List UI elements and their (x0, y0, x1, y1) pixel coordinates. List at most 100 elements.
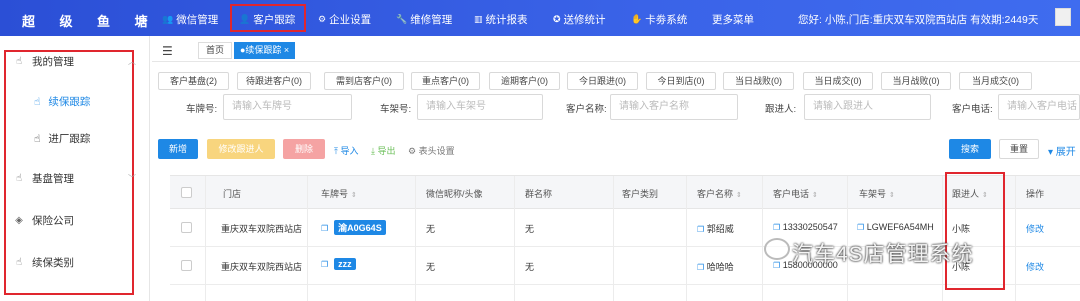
nav-highlight-box (230, 4, 306, 32)
cell-plate: ❐ zzz (321, 258, 356, 270)
sidebar-item-label: 进厂跟踪 (48, 133, 91, 145)
copy-icon: ❐ (321, 224, 329, 233)
col-category: 客户类别 (622, 189, 659, 199)
import-link[interactable]: ⤒ 导入 (334, 144, 358, 157)
select-all-checkbox[interactable] (181, 187, 192, 198)
sidebar-item-insurance[interactable]: ◈ 保险公司 (14, 213, 74, 228)
chip-key-customer[interactable]: 重点客户(0) (411, 72, 480, 90)
follower-column-highlight-box (945, 172, 1005, 290)
award-icon: ✪ (553, 14, 561, 24)
follower-input[interactable]: 请输入跟进人 (804, 94, 931, 120)
cell-store: 重庆双车双院西站店 (221, 262, 303, 272)
page-tabs-bar: ☰ 首页 ●续保跟踪 × (152, 38, 1080, 62)
vin-label: 车架号: (380, 104, 412, 115)
plate-label: 车牌号: (186, 104, 218, 115)
column-settings-link[interactable]: ⚙ 表头设置 (408, 144, 455, 157)
sidebar-item-label: 保险公司 (32, 215, 74, 227)
cell-customer-name: ❐ 郭绍威 (697, 224, 734, 234)
cell-customer-name: ❐ 哈哈哈 (697, 262, 734, 272)
chip-today-follow[interactable]: 今日跟进(0) (567, 72, 638, 90)
nav-statistics-report[interactable]: ▥ 统计报表 (474, 12, 528, 27)
copy-icon: ❐ (773, 223, 781, 232)
hand-icon: ☝ (34, 95, 41, 108)
sidebar-item-renewal-type[interactable]: ☝ 续保类别 (14, 255, 74, 270)
vin-input[interactable]: 请输入车架号 (417, 94, 543, 120)
card-icon: ✋ (631, 14, 643, 24)
plate-badge: 渝A0G64S (334, 220, 386, 235)
top-nav-bar: 超 级 鱼 塘 👥 微信管理 👤 客户跟踪 ⚙ 企业设置 🔧 维修管理 ▥ 统计… (0, 0, 1080, 36)
menu-toggle-icon[interactable]: ☰ (162, 44, 173, 58)
chip-day-deal[interactable]: 当日成交(0) (803, 72, 873, 90)
hand-icon: ☝ (34, 132, 41, 145)
nav-repair-statistics[interactable]: ✪ 送修统计 (553, 12, 606, 27)
edit-follower-button[interactable]: 修改跟进人 (207, 139, 275, 159)
brand-logo: 超 级 鱼 塘 (22, 15, 158, 30)
chip-today-visit[interactable]: 今日到店(0) (646, 72, 716, 90)
nav-label: 企业设置 (329, 14, 372, 26)
tab-renewal-track[interactable]: ●续保跟踪 × (234, 42, 296, 59)
col-plate[interactable]: 车牌号 ⇕ (321, 187, 357, 200)
plate-input[interactable]: 请输入车牌号 (223, 94, 352, 120)
export-link[interactable]: ⤓ 导出 (371, 144, 395, 157)
chevron-up-icon: ︿ (128, 57, 136, 66)
copy-icon: ❐ (697, 225, 705, 234)
sidebar-item-label: 基盘管理 (32, 173, 74, 185)
row-checkbox[interactable] (181, 222, 192, 233)
chip-need-visit[interactable]: 需到店客户(0) (324, 72, 404, 90)
hand-icon: ☝ (15, 173, 23, 184)
follower-label: 跟进人: (765, 104, 797, 115)
phone-input[interactable]: 请输入客户电话 (998, 94, 1080, 120)
copy-icon: ❐ (321, 260, 329, 269)
nav-label: 卡劵系统 (645, 14, 688, 26)
col-wechat: 微信昵称/头像 (426, 189, 483, 199)
sort-icon: ⇕ (889, 192, 895, 199)
phone-label: 客户电话: (952, 104, 993, 115)
chip-pending-follow[interactable]: 待跟进客户(0) (237, 72, 311, 90)
nav-wechat-manage[interactable]: 👥 微信管理 (162, 12, 218, 27)
copy-icon: ❐ (773, 261, 781, 270)
nav-card-system[interactable]: ✋ 卡劵系统 (631, 12, 687, 27)
welcome-text: 您好: 小陈,门店:重庆双车双院西站店 有效期:2449天 (798, 14, 1039, 26)
sidebar-item-renewal-track[interactable]: ☝ 续保跟踪 (34, 94, 90, 109)
chip-month-deal[interactable]: 当月成交(0) (959, 72, 1032, 90)
nav-label: 统计报表 (485, 14, 528, 26)
cell-store: 重庆双车双院西站店 (221, 224, 303, 234)
avatar[interactable] (1055, 8, 1071, 26)
chip-day-lost[interactable]: 当日战败(0) (723, 72, 794, 90)
nav-label: 送修统计 (563, 14, 606, 26)
sidebar-item-label: 我的管理 (32, 56, 74, 68)
sidebar-item-my-manage[interactable]: ☝ 我的管理 (14, 54, 74, 69)
nav-label: 维修管理 (410, 14, 453, 26)
col-store: 门店 (223, 189, 242, 199)
sidebar-item-label: 续保跟踪 (48, 96, 91, 108)
edit-link[interactable]: 修改 (1026, 222, 1044, 235)
edit-link[interactable]: 修改 (1026, 260, 1044, 273)
row-checkbox[interactable] (181, 260, 192, 271)
cell-phone: ❐ 13330250547 (773, 222, 838, 232)
nav-more-menu[interactable]: 更多菜单 (712, 12, 754, 27)
gear-icon: ⚙ (318, 14, 327, 24)
nav-enterprise-settings[interactable]: ⚙ 企业设置 (318, 12, 371, 27)
cell-vin: ❐ LGWEF6A54MH (857, 222, 934, 232)
chip-month-lost[interactable]: 当月战败(0) (881, 72, 951, 90)
reset-button[interactable]: 重置 (999, 139, 1039, 159)
new-button[interactable]: 新增 (158, 139, 198, 159)
nav-repair-manage[interactable]: 🔧 维修管理 (396, 12, 452, 27)
sidebar-item-base-manage[interactable]: ☝ 基盘管理 (14, 171, 74, 186)
col-operation: 操作 (1026, 189, 1045, 199)
tab-home[interactable]: 首页 (198, 42, 233, 59)
delete-button[interactable]: 删除 (283, 139, 325, 159)
shield-icon: ◈ (15, 215, 23, 226)
col-vin[interactable]: 车架号 ⇕ (859, 187, 895, 200)
chip-overdue[interactable]: 逾期客户(0) (489, 72, 560, 90)
col-phone[interactable]: 客户电话 ⇕ (773, 187, 818, 200)
sort-icon: ⇕ (812, 192, 818, 199)
customer-name-input[interactable]: 请输入客户名称 (610, 94, 738, 120)
chip-customer-base[interactable]: 客户基盘(2) (158, 72, 229, 90)
sidebar-item-entry-track[interactable]: ☝ 进厂跟踪 (34, 131, 90, 146)
col-customer-name[interactable]: 客户名称 ⇕ (697, 187, 742, 200)
hand-icon: ☝ (15, 56, 23, 67)
search-button[interactable]: 搜索 (949, 139, 991, 159)
chevron-down-icon: ﹀ (128, 174, 136, 183)
expand-link[interactable]: ▾ 展开 (1048, 143, 1076, 158)
